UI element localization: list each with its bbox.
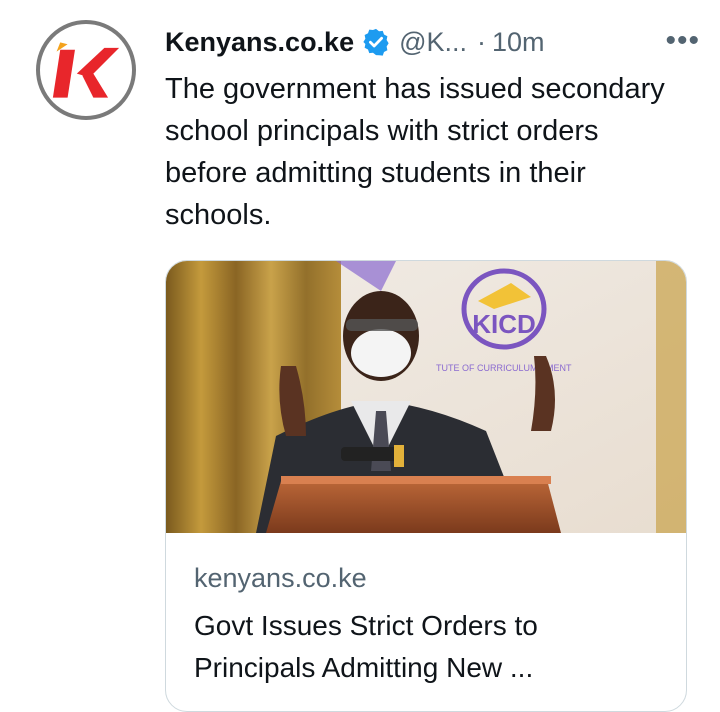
author-handle[interactable]: @K... xyxy=(399,27,467,58)
tweet-header: Kenyans.co.ke @K... · 10m ••• xyxy=(165,22,700,62)
card-domain: kenyans.co.ke xyxy=(194,563,367,593)
link-card[interactable]: KICD TUTE OF CURRICULUM PMENT kenyans.co… xyxy=(165,260,687,712)
avatar[interactable] xyxy=(36,20,136,120)
more-options-icon[interactable]: ••• xyxy=(665,24,700,58)
kenyans-logo-icon xyxy=(41,25,131,115)
kicd-logo-text: KICD xyxy=(472,309,536,339)
verified-badge-icon xyxy=(363,28,389,56)
timestamp[interactable]: 10m xyxy=(492,27,545,58)
tweet-text: The government has issued secondary scho… xyxy=(165,73,665,231)
card-title[interactable]: Govt Issues Strict Orders to Principals … xyxy=(194,605,664,689)
card-image: KICD TUTE OF CURRICULUM PMENT xyxy=(166,261,686,533)
author-name[interactable]: Kenyans.co.ke xyxy=(165,27,354,58)
banner-text: TUTE OF CURRICULUM PMENT xyxy=(436,363,572,373)
separator-dot: · xyxy=(477,26,487,57)
